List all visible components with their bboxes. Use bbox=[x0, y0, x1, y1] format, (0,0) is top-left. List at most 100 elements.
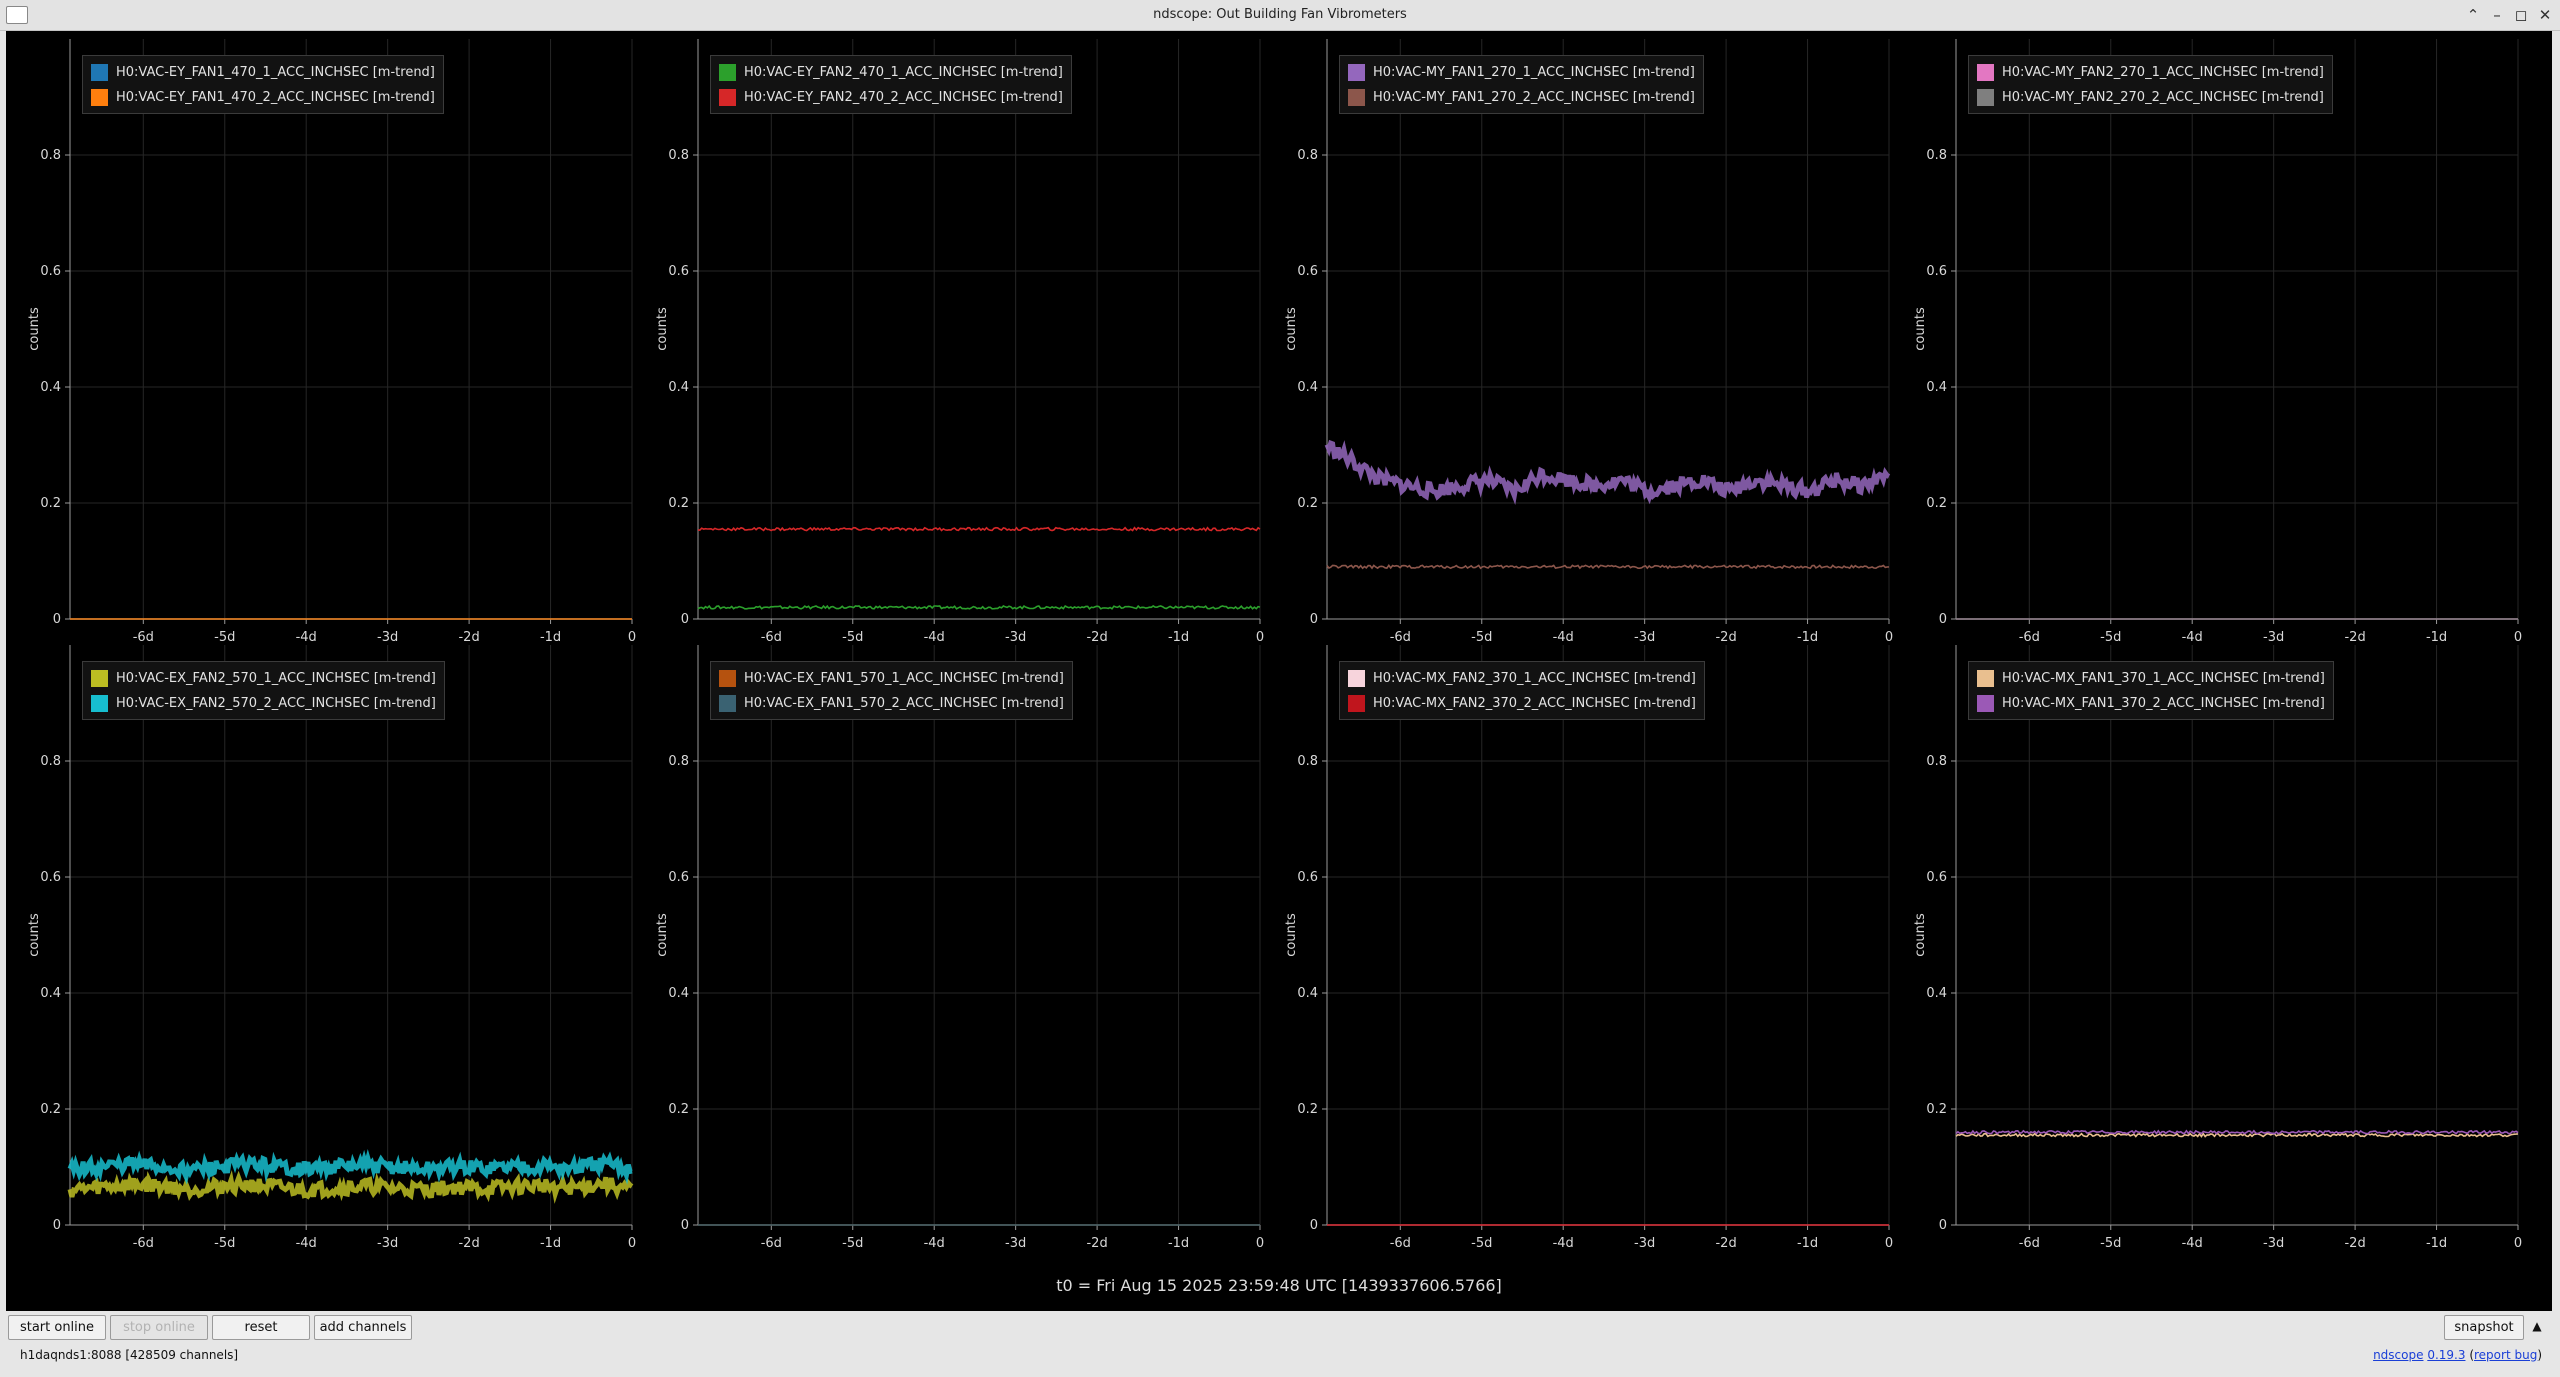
y-tick-label: 0.6 bbox=[1926, 264, 1947, 279]
legend-entry[interactable]: H0:VAC-MY_FAN2_270_2_ACC_INCHSEC [m-tren… bbox=[1977, 85, 2324, 110]
plot-panel-my-fan1[interactable]: 0 0.2 0.4 0.6 0.8 -6d -5d -4d -3d -2d -1d 0 counts H0… bbox=[1263, 31, 1893, 645]
add-channels-button[interactable]: add channels bbox=[314, 1315, 412, 1340]
y-tick-label: 0.8 bbox=[668, 148, 689, 163]
plot-legend[interactable]: H0:VAC-MX_FAN2_370_1_ACC_INCHSEC [m-tren… bbox=[1339, 661, 1705, 720]
y-tick-label: 0.8 bbox=[40, 754, 61, 769]
plot-legend[interactable]: H0:VAC-MY_FAN1_270_1_ACC_INCHSEC [m-tren… bbox=[1339, 55, 1704, 114]
window-minimize-icon[interactable]: – bbox=[2486, 4, 2508, 26]
y-tick-label: 0.8 bbox=[40, 148, 61, 163]
legend-entry[interactable]: H0:VAC-MX_FAN1_370_2_ACC_INCHSEC [m-tren… bbox=[1977, 691, 2325, 716]
x-tick-label: -2d bbox=[2344, 1236, 2365, 1251]
y-tick-label: 0 bbox=[1310, 612, 1318, 627]
legend-entry[interactable]: H0:VAC-EY_FAN1_470_2_ACC_INCHSEC [m-tren… bbox=[91, 85, 435, 110]
plot-legend[interactable]: H0:VAC-EX_FAN1_570_1_ACC_INCHSEC [m-tren… bbox=[710, 661, 1073, 720]
y-tick-label: 0.4 bbox=[40, 986, 61, 1001]
legend-entry[interactable]: H0:VAC-MY_FAN1_270_2_ACC_INCHSEC [m-tren… bbox=[1348, 85, 1695, 110]
plot-panel-mx-fan2[interactable]: 0 0.2 0.4 0.6 0.8 -6d -5d -4d -3d -2d -1d 0 counts H0… bbox=[1263, 637, 1893, 1251]
window-title: ndscope: Out Building Fan Vibrometers bbox=[1153, 7, 1407, 22]
y-tick-label: 0.2 bbox=[40, 1102, 61, 1117]
x-tick-label: 0 bbox=[1256, 1236, 1264, 1251]
legend-entry[interactable]: H0:VAC-EY_FAN1_470_1_ACC_INCHSEC [m-tren… bbox=[91, 60, 435, 85]
x-tick-label: 0 bbox=[1885, 1236, 1893, 1251]
stop-online-button[interactable]: stop online bbox=[110, 1315, 208, 1340]
start-online-button[interactable]: start online bbox=[8, 1315, 106, 1340]
chart-svg: 00.20.40.60.8-6d -5d -4d -3d -2d -1d 0counts bbox=[655, 645, 1264, 1251]
legend-entry[interactable]: H0:VAC-MX_FAN1_370_1_ACC_INCHSEC [m-tren… bbox=[1977, 666, 2325, 691]
y-tick-label: 0.8 bbox=[1926, 754, 1947, 769]
legend-entry[interactable]: H0:VAC-EX_FAN2_570_1_ACC_INCHSEC [m-tren… bbox=[91, 666, 436, 691]
snapshot-button[interactable]: snapshot bbox=[2444, 1315, 2524, 1340]
chart-svg: 00.20.40.60.8-6d -5d -4d -3d -2d -1d 0counts bbox=[1284, 645, 1893, 1251]
series-line bbox=[697, 604, 1261, 610]
plot-panel-ey-fan2[interactable]: 0 0.2 0.4 0.6 0.8 -6d -5d -4d -3d -2d -1d 0 counts H0… bbox=[634, 31, 1264, 645]
y-tick-label: 0.2 bbox=[1297, 496, 1318, 511]
y-tick-label: 0.2 bbox=[1926, 1102, 1947, 1117]
series-line bbox=[1324, 439, 1891, 506]
legend-entry[interactable]: H0:VAC-EX_FAN1_570_1_ACC_INCHSEC [m-tren… bbox=[719, 666, 1064, 691]
legend-entry[interactable]: H0:VAC-EX_FAN1_570_2_ACC_INCHSEC [m-tren… bbox=[719, 691, 1064, 716]
legend-channel-name: H0:VAC-MY_FAN1_270_1_ACC_INCHSEC [m-tren… bbox=[1373, 65, 1695, 80]
plot-panel-my-fan2[interactable]: 0 0.2 0.4 0.6 0.8 -6d -5d -4d -3d -2d -1d 0 counts H0… bbox=[1892, 31, 2522, 645]
plot-panel-ey-fan1[interactable]: 0 0.2 0.4 0.6 0.8 -6d -5d -4d -3d -2d -1d 0 counts H0… bbox=[6, 31, 636, 645]
legend-entry[interactable]: H0:VAC-EY_FAN2_470_1_ACC_INCHSEC [m-tren… bbox=[719, 60, 1063, 85]
chart-svg: 00.20.40.60.8-6d -5d -4d -3d -2d -1d 0counts bbox=[1284, 39, 1893, 645]
report-bug-link[interactable]: report bug bbox=[2474, 1348, 2537, 1362]
x-tick-label: -5d bbox=[2100, 1236, 2121, 1251]
plot-panel-ex-fan2[interactable]: 0 0.2 0.4 0.6 0.8 -6d -5d -4d -3d -2d -1d 0 counts H0… bbox=[6, 637, 636, 1251]
series-line bbox=[1326, 564, 1890, 570]
y-tick-label: 0.8 bbox=[668, 754, 689, 769]
version-link[interactable]: 0.19.3 bbox=[2427, 1348, 2465, 1362]
legend-color-swatch bbox=[91, 64, 108, 81]
bottom-toolbar: start online stop online reset add chann… bbox=[0, 1311, 2560, 1377]
chart-svg: 00.20.40.60.8-6d -5d -4d -3d -2d -1d 0counts bbox=[27, 645, 636, 1251]
x-tick-label: -3d bbox=[2263, 1236, 2284, 1251]
legend-channel-name: H0:VAC-EX_FAN1_570_2_ACC_INCHSEC [m-tren… bbox=[744, 696, 1064, 711]
reset-button[interactable]: reset bbox=[212, 1315, 310, 1340]
x-tick-label: -1d bbox=[1797, 1236, 1818, 1251]
legend-entry[interactable]: H0:VAC-EX_FAN2_570_2_ACC_INCHSEC [m-tren… bbox=[91, 691, 436, 716]
x-tick-label: 0 bbox=[2514, 1236, 2522, 1251]
legend-channel-name: H0:VAC-EY_FAN2_470_1_ACC_INCHSEC [m-tren… bbox=[744, 65, 1063, 80]
plot-legend[interactable]: H0:VAC-EY_FAN2_470_1_ACC_INCHSEC [m-tren… bbox=[710, 55, 1072, 114]
y-axis-label: counts bbox=[1284, 307, 1299, 351]
legend-color-swatch bbox=[91, 89, 108, 106]
plot-legend[interactable]: H0:VAC-EY_FAN1_470_1_ACC_INCHSEC [m-tren… bbox=[82, 55, 444, 114]
plot-legend[interactable]: H0:VAC-MY_FAN2_270_1_ACC_INCHSEC [m-tren… bbox=[1968, 55, 2333, 114]
plot-area[interactable]: 0 0.2 0.4 0.6 0.8 -6d -5d -4d -3d -2d -1d 0 counts H0… bbox=[6, 31, 2552, 1311]
y-tick-label: 0.8 bbox=[1926, 148, 1947, 163]
plot-legend[interactable]: H0:VAC-EX_FAN2_570_1_ACC_INCHSEC [m-tren… bbox=[82, 661, 445, 720]
y-tick-label: 0.6 bbox=[40, 264, 61, 279]
expand-panel-icon[interactable]: ▲ bbox=[2526, 1315, 2548, 1338]
y-axis-label: counts bbox=[1284, 913, 1299, 957]
legend-entry[interactable]: H0:VAC-EY_FAN2_470_2_ACC_INCHSEC [m-tren… bbox=[719, 85, 1063, 110]
y-tick-label: 0 bbox=[53, 612, 61, 627]
window-shade-icon[interactable]: ⌃ bbox=[2462, 4, 2484, 26]
x-tick-label: -4d bbox=[2182, 1236, 2203, 1251]
x-tick-label: -4d bbox=[924, 1236, 945, 1251]
legend-color-swatch bbox=[719, 695, 736, 712]
legend-color-swatch bbox=[1348, 695, 1365, 712]
legend-entry[interactable]: H0:VAC-MX_FAN2_370_1_ACC_INCHSEC [m-tren… bbox=[1348, 666, 1696, 691]
legend-entry[interactable]: H0:VAC-MY_FAN2_270_1_ACC_INCHSEC [m-tren… bbox=[1977, 60, 2324, 85]
x-tick-label: -2d bbox=[1715, 1236, 1736, 1251]
x-tick-label: -1d bbox=[2426, 1236, 2447, 1251]
x-tick-label: -2d bbox=[1086, 1236, 1107, 1251]
window-maximize-icon[interactable]: ◻ bbox=[2510, 4, 2532, 26]
x-tick-label: -3d bbox=[377, 1236, 398, 1251]
x-tick-label: -5d bbox=[1471, 1236, 1492, 1251]
window-close-icon[interactable]: ✕ bbox=[2534, 4, 2556, 26]
plot-panel-ex-fan1[interactable]: 0 0.2 0.4 0.6 0.8 -6d -5d -4d -3d -2d -1d 0 counts H0… bbox=[634, 637, 1264, 1251]
chart-svg: 00.20.40.60.8-6d -5d -4d -3d -2d -1d 0counts bbox=[27, 39, 636, 645]
legend-color-swatch bbox=[1977, 89, 1994, 106]
legend-color-swatch bbox=[719, 64, 736, 81]
window-titlebar: ndscope: Out Building Fan Vibrometers ⌃ … bbox=[0, 0, 2560, 31]
y-axis-label: counts bbox=[1913, 913, 1928, 957]
legend-entry[interactable]: H0:VAC-MX_FAN2_370_2_ACC_INCHSEC [m-tren… bbox=[1348, 691, 1696, 716]
plot-panel-mx-fan1[interactable]: 0 0.2 0.4 0.6 0.8 -6d -5d -4d -3d -2d -1d 0 counts H0… bbox=[1892, 637, 2522, 1251]
legend-entry[interactable]: H0:VAC-MY_FAN1_270_1_ACC_INCHSEC [m-tren… bbox=[1348, 60, 1695, 85]
ndscope-link[interactable]: ndscope bbox=[2373, 1348, 2423, 1362]
server-address: h1daqnds1:8088 bbox=[20, 1348, 122, 1362]
y-axis-label: counts bbox=[27, 307, 42, 351]
series-line bbox=[1955, 1129, 2519, 1135]
plot-legend[interactable]: H0:VAC-MX_FAN1_370_1_ACC_INCHSEC [m-tren… bbox=[1968, 661, 2334, 720]
